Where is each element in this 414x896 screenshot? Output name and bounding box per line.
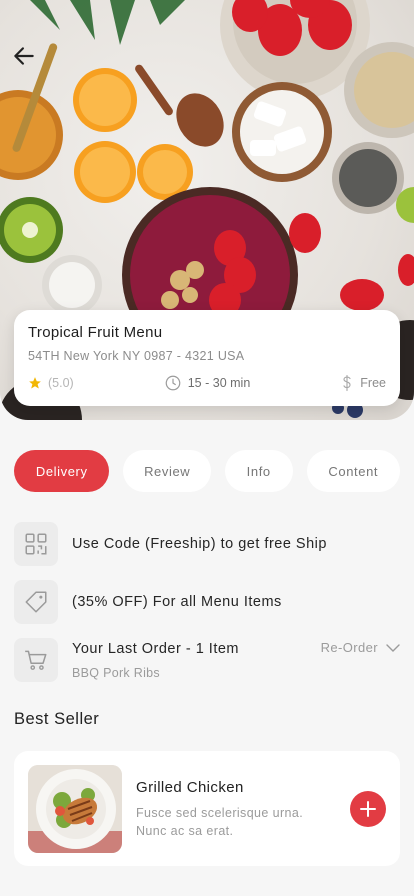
tab-delivery[interactable]: Delivery bbox=[14, 450, 110, 492]
promo-discount[interactable]: (35% OFF) For all Menu Items bbox=[14, 580, 400, 624]
grilled-chicken-image bbox=[28, 765, 122, 853]
restaurant-meta-row: (5.0) 15 - 30 min Free bbox=[28, 374, 386, 392]
reorder-button[interactable]: Re-Order bbox=[321, 640, 400, 655]
back-button[interactable] bbox=[8, 40, 40, 72]
promo-freeship[interactable]: Use Code (Freeship) to get free Ship bbox=[14, 522, 400, 566]
chevron-down-icon bbox=[386, 643, 400, 652]
tab-content[interactable]: Content bbox=[306, 450, 400, 492]
qr-code-icon-box bbox=[14, 522, 58, 566]
best-seller-title: Best Seller bbox=[14, 710, 100, 728]
arrow-left-icon bbox=[14, 47, 34, 65]
tag-icon-box bbox=[14, 580, 58, 624]
tab-review[interactable]: Review bbox=[123, 450, 211, 492]
add-to-cart-button[interactable] bbox=[350, 791, 386, 827]
best-seller-name: Grilled Chicken bbox=[136, 779, 244, 796]
restaurant-address: 54TH New York NY 0987 - 4321 USA bbox=[28, 349, 245, 363]
rating-value: (5.0) bbox=[48, 376, 74, 390]
tab-info[interactable]: Info bbox=[224, 450, 293, 492]
promo-freeship-text: Use Code (Freeship) to get free Ship bbox=[72, 536, 327, 552]
dollar-icon bbox=[343, 374, 351, 392]
best-seller-description: Fusce sed scelerisque urna. Nunc ac sa e… bbox=[136, 806, 304, 838]
delivery-time: 15 - 30 min bbox=[164, 374, 251, 392]
reorder-label: Re-Order bbox=[320, 640, 378, 655]
hero-image: Tropical Fruit Menu 54TH New York NY 098… bbox=[0, 0, 414, 420]
delivery-time-value: 15 - 30 min bbox=[187, 376, 251, 390]
dish-photo bbox=[28, 765, 122, 853]
best-seller-card[interactable]: Grilled Chicken Fusce sed scelerisque ur… bbox=[14, 751, 400, 866]
restaurant-info-card: Tropical Fruit Menu 54TH New York NY 098… bbox=[14, 310, 400, 406]
last-order-title: Your Last Order - 1 Item bbox=[72, 640, 240, 657]
bottom-fade bbox=[0, 866, 414, 896]
star-icon bbox=[29, 377, 41, 389]
plus-icon bbox=[360, 801, 376, 817]
delivery-fee-value: Free bbox=[360, 376, 386, 390]
last-order-item: BBQ Pork Ribs bbox=[72, 665, 160, 680]
last-order-text: Your Last Order - 1 Item BBQ Pork Ribs bbox=[72, 641, 239, 680]
rating: (5.0) bbox=[28, 376, 74, 390]
promo-discount-text: (35% OFF) For all Menu Items bbox=[72, 594, 282, 610]
restaurant-name: Tropical Fruit Menu bbox=[28, 324, 163, 341]
cart-icon-box bbox=[14, 638, 58, 682]
qr-code-icon bbox=[25, 533, 47, 555]
last-order[interactable]: Your Last Order - 1 Item BBQ Pork Ribs R… bbox=[14, 638, 400, 682]
delivery-fee: Free bbox=[340, 374, 386, 392]
cart-icon bbox=[25, 650, 47, 670]
tag-icon bbox=[25, 591, 47, 613]
clock-icon bbox=[165, 375, 181, 391]
tab-bar: Delivery Review Info Content bbox=[14, 450, 400, 492]
